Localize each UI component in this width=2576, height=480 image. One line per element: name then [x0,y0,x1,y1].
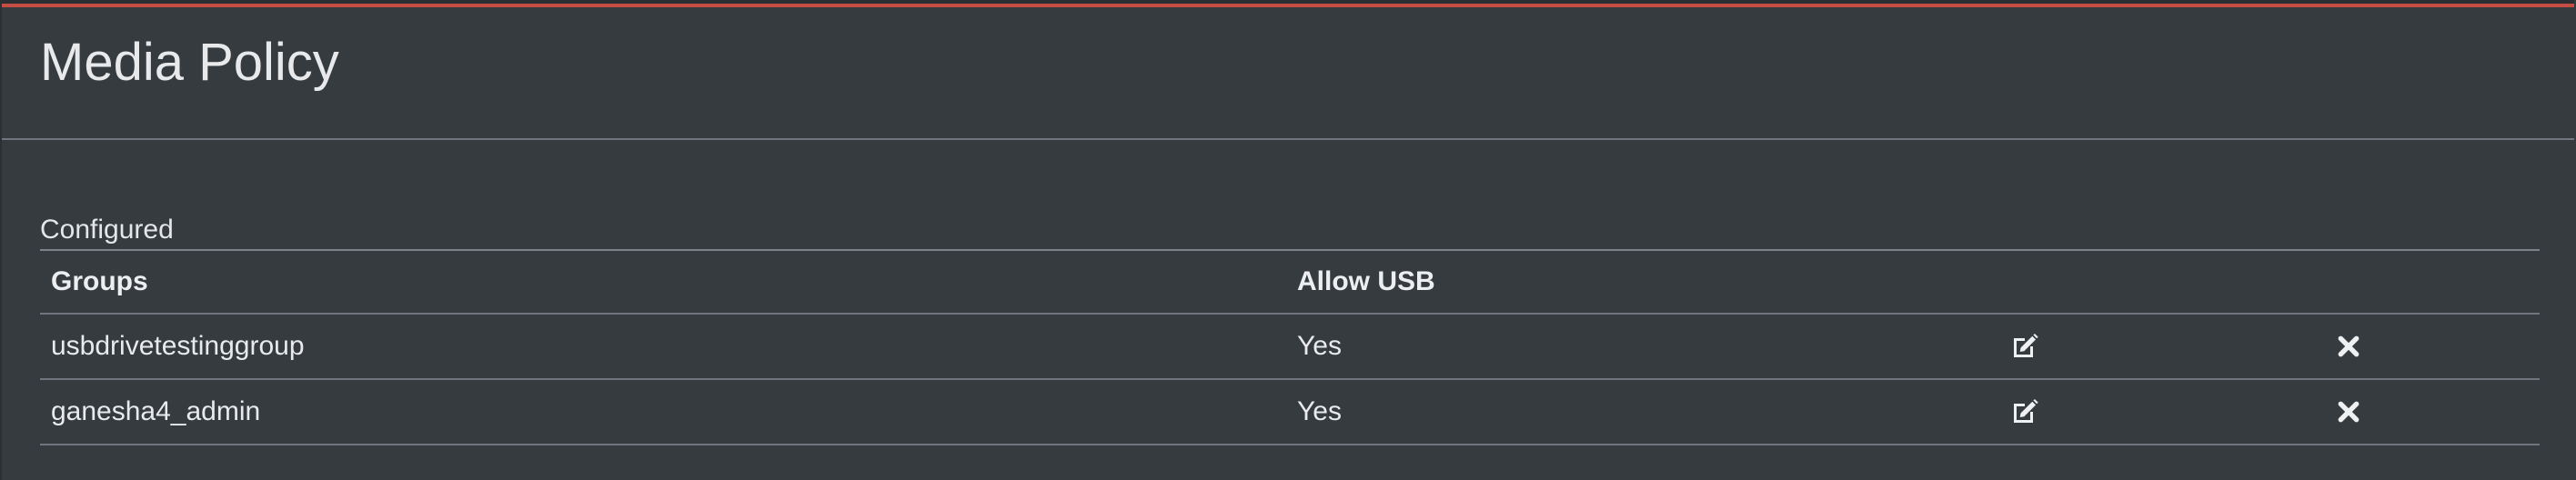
close-icon[interactable] [2330,328,2367,365]
table-row: ganesha4_admin Yes [40,380,2540,445]
group-name-cell: ganesha4_admin [51,396,261,426]
media-policy-panel: Media Policy Configured Groups Allow USB… [0,0,2574,480]
section-label-configured: Configured [40,215,174,245]
close-icon[interactable] [2330,394,2367,430]
edit-icon[interactable] [2007,328,2043,365]
group-name-cell: usbdrivetestinggroup [51,331,305,361]
column-header-groups: Groups [51,266,148,296]
edit-icon[interactable] [2007,394,2043,430]
table-header-row: Groups Allow USB [40,251,2540,315]
delete-button[interactable] [2330,315,2367,378]
configured-table: Groups Allow USB usbdrivetestinggroup Ye… [40,249,2540,445]
panel-accent-bar [2,0,2574,7]
table-row: usbdrivetestinggroup Yes [40,315,2540,380]
allow-usb-cell: Yes [1297,396,1342,426]
column-header-allow-usb: Allow USB [1297,266,1435,296]
edit-button[interactable] [2007,315,2043,378]
allow-usb-cell: Yes [1297,331,1342,361]
panel-header: Media Policy [2,7,2574,140]
edit-button[interactable] [2007,380,2043,444]
delete-button[interactable] [2330,380,2367,444]
page-title: Media Policy [40,33,339,92]
